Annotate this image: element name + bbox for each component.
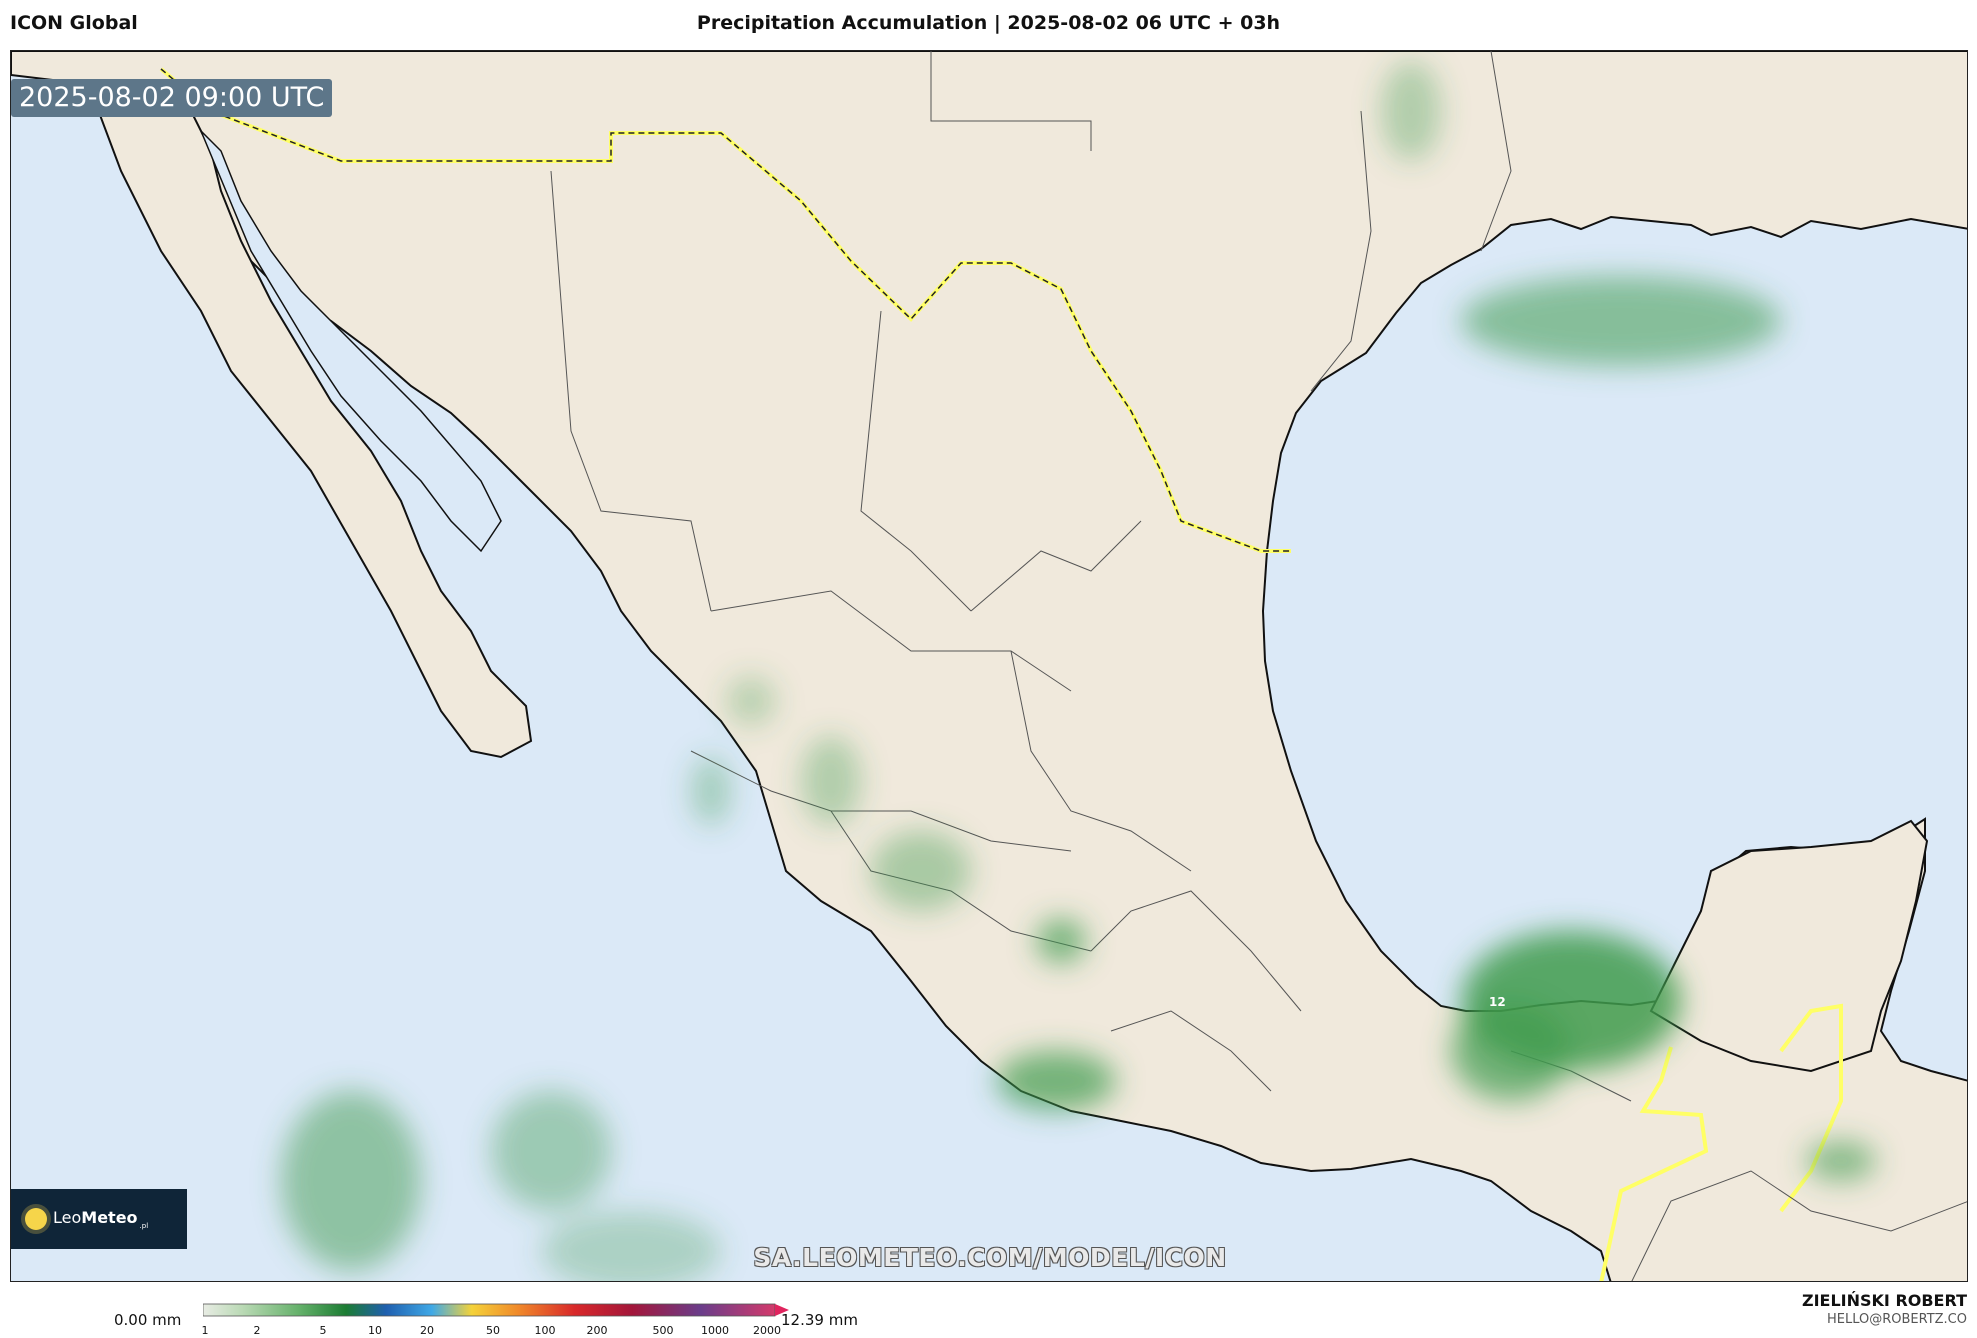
max-precip-label: 12 bbox=[1489, 995, 1506, 1009]
chart-title: Precipitation Accumulation | 2025-08-02 … bbox=[696, 12, 1281, 34]
brand-text: LeoMeteo .pl bbox=[53, 1208, 149, 1230]
yucatan-peninsula bbox=[1649, 819, 1929, 1073]
legend-tick-label: 10 bbox=[368, 1324, 382, 1337]
map-frame[interactable]: 12 2025-08-02 09:00 UTC LeoMeteo .pl SA.L… bbox=[10, 50, 1968, 1282]
author-name: ZIELIŃSKI ROBERT bbox=[1801, 1291, 1967, 1310]
legend-tick-label: 50 bbox=[486, 1324, 500, 1337]
north-america-land bbox=[11, 51, 1967, 1281]
legend-tick-label: 500 bbox=[652, 1324, 674, 1337]
legend-tick-label: 1000 bbox=[701, 1324, 729, 1337]
author-email[interactable]: HELLO@ROBERTZ.CO bbox=[1802, 1312, 1967, 1327]
legend-tick-label: 2000 bbox=[753, 1324, 781, 1337]
legend-tick-label: 2 bbox=[253, 1324, 261, 1337]
legend-tick-label: 20 bbox=[420, 1324, 434, 1337]
legend-min-label: 0.00 mm bbox=[114, 1311, 182, 1329]
author-credit: ZIELIŃSKI ROBERT HELLO@ROBERTZ.CO bbox=[1802, 1291, 1967, 1327]
map-canvas: 12 bbox=[11, 51, 1967, 1281]
color-legend: 0.00 mm 1 2 5 10 20 50 100 200 500 1000 2000 12.39… bbox=[0, 1296, 1977, 1338]
brand-logo[interactable]: LeoMeteo .pl bbox=[11, 1189, 187, 1249]
legend-tick-label: 200 bbox=[586, 1324, 608, 1337]
legend-tick-label: 5 bbox=[319, 1324, 327, 1337]
legend-max-label: 12.39 mm bbox=[781, 1311, 858, 1329]
timestamp-badge: 2025-08-02 09:00 UTC bbox=[11, 79, 333, 117]
legend-color-bar bbox=[203, 1303, 789, 1317]
legend-tick-label: 1 bbox=[201, 1324, 209, 1337]
sun-icon bbox=[25, 1208, 47, 1230]
watermark-url: SA.LEOMETEO.COM/MODEL/ICON bbox=[753, 1243, 1227, 1272]
legend-tick-label: 100 bbox=[534, 1324, 556, 1337]
